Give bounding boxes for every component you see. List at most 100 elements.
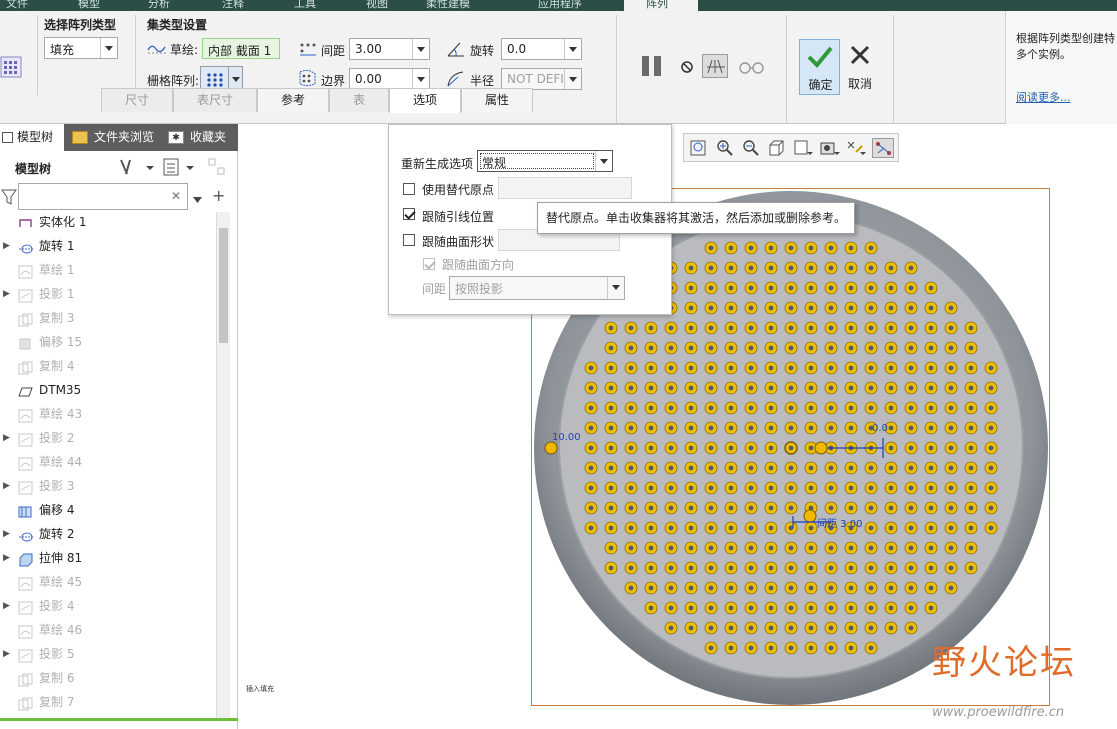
subtab-references[interactable]: 参考 [257, 88, 329, 112]
expand-arrow-icon[interactable]: ▶ [3, 594, 10, 618]
filter-icon[interactable] [1, 188, 17, 206]
follow-leader-checkbox[interactable] [403, 208, 415, 220]
datum-display-icon[interactable] [844, 138, 866, 158]
menu-tab-apps[interactable]: 应用程序 [538, 0, 582, 10]
border-input[interactable]: 0.00 [349, 68, 430, 90]
menu-tab-pattern[interactable]: 阵列 [646, 0, 668, 10]
tree-item[interactable]: 复制 7 [0, 690, 215, 714]
tree-item[interactable]: ▶ 投影 3 [0, 474, 215, 498]
tree-filter-disabled-icon[interactable] [206, 156, 230, 178]
verify-icon[interactable] [702, 54, 728, 78]
menu-tab-view[interactable]: 视图 [366, 0, 388, 10]
menu-tab-tools[interactable]: 工具 [294, 0, 316, 10]
dimension-left[interactable]: 10.00 [552, 432, 581, 443]
dimension-top[interactable]: 0.0 [872, 423, 888, 434]
menu-tab-annotate[interactable]: 注释 [222, 0, 244, 10]
expand-arrow-icon[interactable]: ▶ [3, 546, 10, 570]
solidify-icon [18, 215, 33, 229]
tree-item[interactable]: 草绘 1 [0, 258, 215, 282]
zoom-out-icon[interactable] [740, 138, 762, 158]
spacing-input[interactable]: 3.00 [349, 38, 430, 60]
pattern-member-hole [888, 325, 894, 331]
tree-item[interactable]: 复制 4 [0, 354, 215, 378]
expand-arrow-icon[interactable]: ▶ [3, 474, 10, 498]
read-more-link[interactable]: 阅读更多... [1016, 89, 1071, 105]
alt-origin-checkbox[interactable] [403, 183, 415, 195]
expand-arrow-icon[interactable]: ▶ [3, 234, 10, 258]
display-style-icon[interactable] [818, 138, 840, 158]
pattern-member-hole [908, 365, 914, 371]
pattern-member-hole [868, 305, 874, 311]
scrollbar-thumb[interactable] [219, 228, 228, 343]
zoom-in-icon[interactable] [714, 138, 736, 158]
subtab-table-dims[interactable]: 表尺寸 [173, 88, 257, 112]
subtab-options[interactable]: 选项 [389, 88, 461, 113]
drag-handle[interactable] [814, 441, 828, 455]
expand-arrow-icon[interactable]: ▶ [3, 522, 10, 546]
pause-icon[interactable] [641, 55, 665, 77]
tree-item[interactable]: DTM35 [0, 378, 215, 402]
repaint-icon[interactable] [766, 138, 788, 158]
tree-item[interactable]: 偏移 4 [0, 498, 215, 522]
expand-arrow-icon[interactable]: ▶ [3, 642, 10, 666]
annotation-display-icon[interactable] [872, 138, 894, 158]
tree-item[interactable]: 草绘 45 [0, 570, 215, 594]
opt-spacing-select[interactable]: 按照投影 [449, 276, 625, 300]
pattern-member-hole [908, 385, 914, 391]
ok-button[interactable]: 确定 [799, 39, 840, 95]
tree-item[interactable]: ▶ 投影 4 [0, 594, 215, 618]
follow-surface-checkbox[interactable] [403, 234, 415, 246]
glasses-icon[interactable] [738, 58, 766, 76]
dimension-spacing[interactable]: 间距 3.00 [817, 515, 862, 530]
tree-show-icon[interactable] [162, 156, 198, 178]
tree-scrollbar[interactable] [216, 212, 230, 720]
refit-icon[interactable] [688, 138, 710, 158]
radius-input[interactable]: NOT DEFI [501, 68, 582, 90]
regen-select[interactable]: 常规 [477, 150, 613, 172]
tree-search-input[interactable]: ✕ [18, 183, 188, 210]
menu-tab-file[interactable]: 文件 [6, 0, 28, 10]
tree-item[interactable]: 草绘 44 [0, 450, 215, 474]
subtab-dimensions[interactable]: 尺寸 [101, 88, 173, 112]
follow-dir-checkbox[interactable] [423, 258, 435, 270]
tree-item[interactable]: 实体化 1 [0, 210, 215, 234]
add-icon[interactable]: + [212, 186, 225, 205]
tab-folder-browser[interactable]: 文件夹浏览 [64, 124, 160, 151]
tree-item[interactable]: 复制 6 [0, 666, 215, 690]
tab-model-tree[interactable]: 模型树 [0, 124, 64, 151]
spacing-value: 3.00 [355, 42, 382, 56]
sketch-collector[interactable]: 内部 截面 1 [202, 38, 280, 59]
cancel-button[interactable]: 取消 [845, 39, 875, 95]
tree-settings-icon[interactable] [118, 156, 156, 178]
tree-item[interactable]: 草绘 43 [0, 402, 215, 426]
tree-item[interactable]: ▶ 旋转 2 [0, 522, 215, 546]
chevron-down-icon[interactable] [193, 192, 202, 203]
rotate-input[interactable]: 0.0 [501, 38, 582, 60]
saved-views-icon[interactable] [792, 138, 814, 158]
pattern-member-hole [748, 285, 754, 291]
tree-item[interactable]: ▶ 投影 5 [0, 642, 215, 666]
tree-item[interactable]: 复制 3 [0, 306, 215, 330]
expand-arrow-icon[interactable]: ▶ [3, 426, 10, 450]
pattern-type-select[interactable]: 填充 [44, 37, 118, 59]
menu-tab-analysis[interactable]: 分析 [148, 0, 170, 10]
drag-handle[interactable] [803, 509, 817, 523]
tree-item[interactable]: ▶ 投影 2 [0, 426, 215, 450]
tab-favorites[interactable]: ✱ 收藏夹 [160, 124, 238, 151]
subtab-properties[interactable]: 属性 [461, 88, 533, 112]
drag-handle[interactable] [544, 441, 558, 455]
menu-tab-flexible[interactable]: 柔性建模 [426, 0, 470, 10]
subtab-table[interactable]: 表 [329, 88, 389, 112]
alt-origin-collector[interactable] [498, 177, 632, 199]
tree-item[interactable]: ▶ 旋转 1 [0, 234, 215, 258]
clear-icon[interactable]: ✕ [171, 189, 181, 203]
pattern-member-hole [788, 545, 794, 551]
pattern-member-hole [668, 525, 674, 531]
no-preview-icon[interactable] [679, 59, 695, 75]
tree-item[interactable]: ▶ 投影 1 [0, 282, 215, 306]
menu-tab-model[interactable]: 模型 [78, 0, 100, 10]
expand-arrow-icon[interactable]: ▶ [3, 282, 10, 306]
tree-item[interactable]: 草绘 46 [0, 618, 215, 642]
tree-item[interactable]: ▶ 拉伸 81 [0, 546, 215, 570]
tree-item[interactable]: 偏移 15 [0, 330, 215, 354]
